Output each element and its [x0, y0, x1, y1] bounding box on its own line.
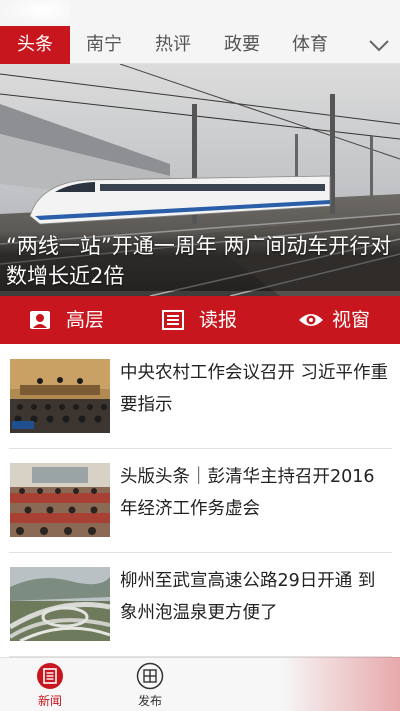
action-leaders-label: 高层: [66, 309, 105, 331]
tab-zhengyao[interactable]: 政要: [212, 26, 272, 64]
list-item[interactable]: 头版头条｜彭清华主持召开2016年经济工作务虚会: [9, 449, 392, 553]
news-thumbnail: [10, 359, 110, 433]
news-thumbnail: [10, 567, 110, 641]
chevron-down-icon[interactable]: [368, 34, 390, 56]
top-tab-bar: 头条 南宁 热评 政要 体育: [0, 0, 400, 64]
eye-icon: [299, 314, 323, 326]
nav-publish-label: 发布: [137, 694, 162, 708]
nav-publish[interactable]: 发布: [120, 658, 180, 711]
action-read-paper-label: 读报: [199, 309, 238, 331]
tab-reping[interactable]: 热评: [143, 26, 203, 64]
person-icon: [30, 311, 50, 329]
nav-news[interactable]: 新闻: [20, 658, 80, 711]
action-leaders-button[interactable]: 高层: [29, 296, 129, 344]
decorative-gradient: [280, 657, 400, 711]
news-thumbnail: [10, 463, 110, 537]
tab-toutiao[interactable]: 头条: [0, 26, 70, 64]
status-area: [0, 0, 70, 26]
news-title: 中央农村工作会议召开 习近平作重要指示: [120, 363, 389, 415]
news-title: 头版头条｜彭清华主持召开2016年经济工作务虚会: [120, 467, 375, 519]
grid-circle-icon: [136, 662, 164, 690]
nav-news-label: 新闻: [37, 694, 62, 708]
action-bar: 高层 读报 视窗: [0, 296, 400, 344]
list-item[interactable]: 中央农村工作会议召开 习近平作重要指示: [9, 345, 392, 449]
newspaper-icon: [162, 310, 184, 330]
newspaper-icon: [37, 663, 63, 689]
tab-nanning[interactable]: 南宁: [74, 26, 134, 64]
hero-banner[interactable]: “两线一站”开通一周年 两广间动车开行对数增长近2倍: [0, 64, 400, 296]
action-read-paper-button[interactable]: 读报: [162, 296, 262, 344]
tab-tiyu[interactable]: 体育: [280, 26, 340, 64]
action-window-label: 视窗: [332, 309, 371, 331]
hero-caption: “两线一站”开通一周年 两广间动车开行对数增长近2倍: [0, 231, 400, 291]
news-title: 柳州至武宣高速公路29日开通 到象州泡温泉更方便了: [120, 571, 376, 623]
list-item[interactable]: 柳州至武宣高速公路29日开通 到象州泡温泉更方便了: [9, 553, 392, 657]
action-window-button[interactable]: 视窗: [298, 296, 398, 344]
